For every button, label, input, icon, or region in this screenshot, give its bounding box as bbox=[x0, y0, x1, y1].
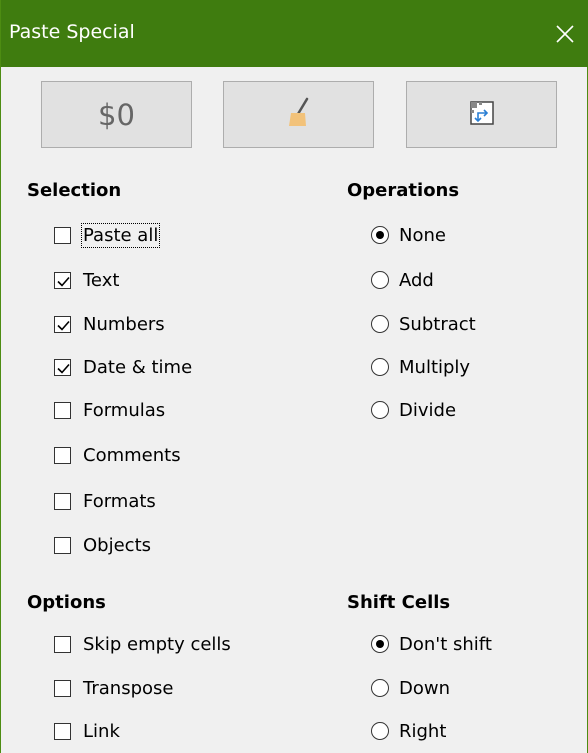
skip-empty-cells-label: Skip empty cells bbox=[83, 633, 231, 655]
operation-add-radio[interactable]: Add bbox=[371, 265, 434, 295]
checkbox-box bbox=[54, 635, 71, 653]
comments-checkbox[interactable]: Comments bbox=[54, 440, 181, 470]
paste-special-dialog: Paste Special $0 Selection Paste all Tex… bbox=[0, 0, 588, 753]
radio-selected-dot bbox=[376, 640, 384, 648]
numbers-checkbox[interactable]: Numbers bbox=[54, 309, 165, 339]
paste-all-checkbox[interactable]: Paste all bbox=[54, 220, 161, 250]
operation-add-label: Add bbox=[399, 269, 434, 291]
radio-circle bbox=[371, 271, 389, 289]
radio-circle bbox=[371, 679, 389, 697]
operation-divide-radio[interactable]: Divide bbox=[371, 395, 456, 425]
checkbox-box bbox=[54, 679, 71, 697]
checkbox-box bbox=[54, 271, 71, 289]
radio-selected-dot bbox=[376, 231, 384, 239]
radio-circle bbox=[371, 358, 389, 376]
radio-circle bbox=[371, 401, 389, 419]
radio-circle bbox=[371, 315, 389, 333]
comments-label: Comments bbox=[83, 444, 181, 466]
checkbox-box bbox=[54, 492, 71, 510]
link-checkbox[interactable]: Link bbox=[54, 716, 120, 746]
transpose-icon bbox=[468, 99, 496, 131]
shift-down-label: Down bbox=[399, 677, 451, 699]
operation-multiply-label: Multiply bbox=[399, 356, 471, 378]
operation-subtract-label: Subtract bbox=[399, 313, 476, 335]
date-time-label: Date & time bbox=[83, 356, 193, 378]
checkbox-box bbox=[54, 358, 71, 376]
operation-none-radio[interactable]: None bbox=[371, 220, 446, 250]
shift-right-radio[interactable]: Right bbox=[371, 716, 446, 746]
date-time-checkbox[interactable]: Date & time bbox=[54, 352, 192, 382]
operation-multiply-radio[interactable]: Multiply bbox=[371, 352, 470, 382]
operation-subtract-radio[interactable]: Subtract bbox=[371, 309, 476, 339]
dialog-title: Paste Special bbox=[9, 21, 135, 43]
title-bar: Paste Special bbox=[1, 0, 588, 67]
dont-shift-radio[interactable]: Don't shift bbox=[371, 629, 492, 659]
objects-checkbox[interactable]: Objects bbox=[54, 530, 151, 560]
checkbox-box bbox=[54, 446, 71, 464]
checkbox-box bbox=[54, 226, 71, 244]
transpose-checkbox[interactable]: Transpose bbox=[54, 673, 173, 703]
formats-only-button[interactable] bbox=[223, 81, 374, 148]
dont-shift-label: Don't shift bbox=[399, 633, 492, 655]
values-only-button[interactable]: $0 bbox=[41, 81, 192, 148]
operations-header: Operations bbox=[347, 180, 460, 201]
text-label: Text bbox=[83, 269, 120, 291]
checkbox-box bbox=[54, 401, 71, 419]
selection-header: Selection bbox=[27, 180, 122, 201]
text-checkbox[interactable]: Text bbox=[54, 265, 119, 295]
values-only-label: $0 bbox=[98, 97, 135, 132]
operation-none-label: None bbox=[399, 224, 446, 246]
radio-circle bbox=[371, 635, 389, 653]
formulas-checkbox[interactable]: Formulas bbox=[54, 395, 165, 425]
radio-circle bbox=[371, 722, 389, 740]
paintbrush-icon bbox=[279, 93, 319, 137]
link-label: Link bbox=[83, 720, 120, 742]
checkbox-box bbox=[54, 722, 71, 740]
transpose-label: Transpose bbox=[83, 677, 174, 699]
operation-divide-label: Divide bbox=[399, 399, 457, 421]
objects-label: Objects bbox=[83, 534, 152, 556]
transpose-button[interactable] bbox=[406, 81, 557, 148]
shift-down-radio[interactable]: Down bbox=[371, 673, 450, 703]
paste-all-label: Paste all bbox=[80, 222, 161, 248]
shift-cells-header: Shift Cells bbox=[347, 592, 451, 613]
radio-circle bbox=[371, 226, 389, 244]
checkbox-box bbox=[54, 536, 71, 554]
formats-checkbox[interactable]: Formats bbox=[54, 486, 156, 516]
options-header: Options bbox=[27, 592, 106, 613]
skip-empty-cells-checkbox[interactable]: Skip empty cells bbox=[54, 629, 231, 659]
formulas-label: Formulas bbox=[83, 399, 166, 421]
checkbox-box bbox=[54, 315, 71, 333]
numbers-label: Numbers bbox=[83, 313, 165, 335]
close-icon[interactable] bbox=[547, 16, 583, 52]
shift-right-label: Right bbox=[399, 720, 447, 742]
formats-label: Formats bbox=[83, 490, 156, 512]
